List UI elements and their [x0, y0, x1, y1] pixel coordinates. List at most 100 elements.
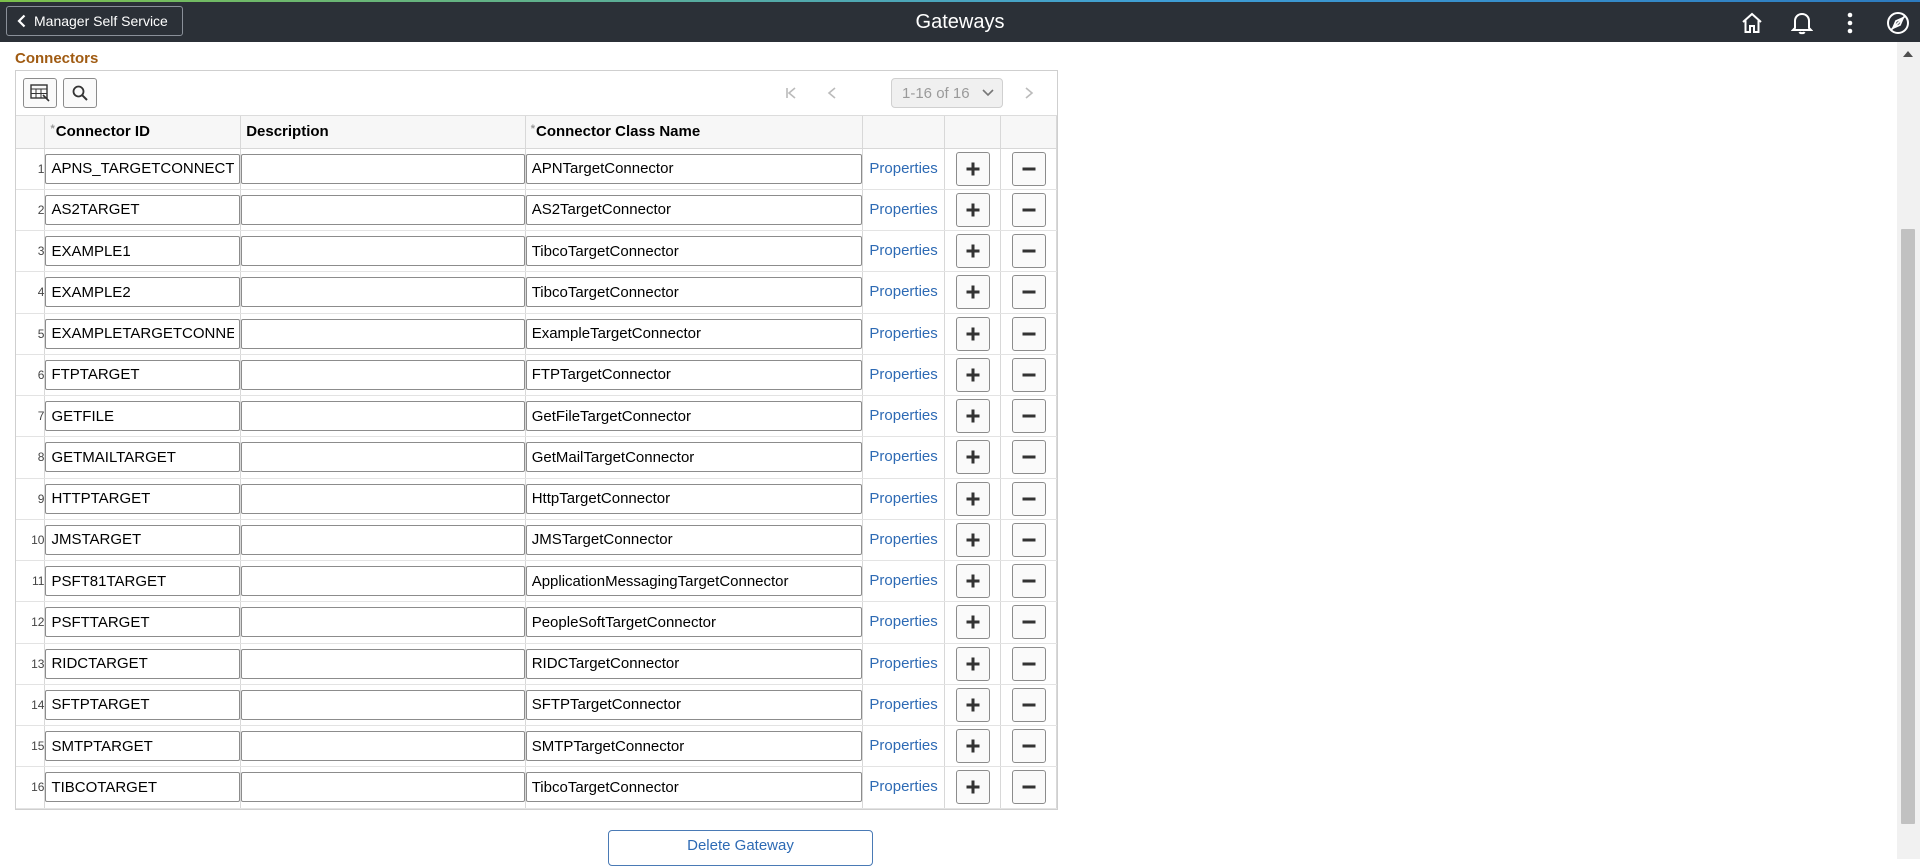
add-row-button[interactable]: [955, 399, 990, 434]
page-scrollbar[interactable]: [1897, 42, 1920, 859]
add-row-button[interactable]: [955, 522, 990, 557]
delete-row-button[interactable]: [1011, 481, 1046, 516]
description-input[interactable]: [241, 483, 525, 514]
delete-gateway-button[interactable]: Delete Gateway: [608, 830, 873, 866]
description-input[interactable]: [241, 524, 525, 555]
description-input[interactable]: [241, 731, 525, 762]
personalize-grid-button[interactable]: [23, 78, 57, 108]
description-input[interactable]: [241, 401, 525, 432]
connector-class-name-input[interactable]: [525, 524, 863, 555]
connector-class-name-input[interactable]: [525, 483, 863, 514]
delete-row-button[interactable]: [1011, 151, 1046, 186]
properties-link[interactable]: Properties: [869, 696, 937, 713]
find-in-grid-button[interactable]: [63, 78, 97, 108]
properties-link[interactable]: Properties: [869, 531, 937, 548]
delete-row-button[interactable]: [1011, 440, 1046, 475]
connector-id-input[interactable]: [45, 277, 241, 308]
add-row-button[interactable]: [955, 481, 990, 516]
page-range-dropdown[interactable]: 1-16 of 16: [891, 78, 1003, 108]
connector-class-name-input[interactable]: [525, 194, 863, 225]
scroll-up-arrow-icon[interactable]: [1903, 50, 1913, 58]
scrollbar-thumb[interactable]: [1901, 229, 1915, 824]
column-header-connector-class-name[interactable]: *Connector Class Name: [525, 116, 864, 149]
properties-link[interactable]: Properties: [869, 283, 937, 300]
properties-link[interactable]: Properties: [869, 613, 937, 630]
description-input[interactable]: [241, 277, 525, 308]
add-row-button[interactable]: [955, 646, 990, 681]
add-row-button[interactable]: [955, 687, 990, 722]
add-row-button[interactable]: [955, 770, 990, 805]
connector-id-input[interactable]: [45, 566, 241, 597]
column-header-connector-id[interactable]: *Connector ID: [44, 116, 242, 149]
add-row-button[interactable]: [955, 440, 990, 475]
description-input[interactable]: [241, 442, 525, 473]
connector-id-input[interactable]: [45, 648, 241, 679]
delete-row-button[interactable]: [1011, 316, 1046, 351]
connector-id-input[interactable]: [45, 236, 241, 267]
more-options-icon[interactable]: [1837, 10, 1863, 36]
connector-class-name-input[interactable]: [525, 236, 863, 267]
connector-id-input[interactable]: [45, 483, 241, 514]
connector-id-input[interactable]: [45, 153, 241, 184]
delete-row-button[interactable]: [1011, 399, 1046, 434]
connector-class-name-input[interactable]: [525, 442, 863, 473]
description-input[interactable]: [241, 607, 525, 638]
connector-id-input[interactable]: [45, 689, 241, 720]
description-input[interactable]: [241, 566, 525, 597]
delete-row-button[interactable]: [1011, 770, 1046, 805]
connector-id-input[interactable]: [45, 772, 241, 803]
description-input[interactable]: [241, 236, 525, 267]
connector-class-name-input[interactable]: [525, 689, 863, 720]
properties-link[interactable]: Properties: [869, 325, 937, 342]
column-header-description[interactable]: Description: [240, 116, 526, 149]
connector-id-input[interactable]: [45, 607, 241, 638]
last-page-icon[interactable]: [1029, 83, 1049, 103]
description-input[interactable]: [241, 772, 525, 803]
delete-row-button[interactable]: [1011, 564, 1046, 599]
connector-id-input[interactable]: [45, 359, 241, 390]
connector-id-input[interactable]: [45, 524, 241, 555]
add-row-button[interactable]: [955, 192, 990, 227]
connector-class-name-input[interactable]: [525, 318, 863, 349]
description-input[interactable]: [241, 194, 525, 225]
delete-row-button[interactable]: [1011, 275, 1046, 310]
properties-link[interactable]: Properties: [869, 242, 937, 259]
description-input[interactable]: [241, 689, 525, 720]
properties-link[interactable]: Properties: [869, 366, 937, 383]
delete-row-button[interactable]: [1011, 357, 1046, 392]
properties-link[interactable]: Properties: [869, 490, 937, 507]
properties-link[interactable]: Properties: [869, 778, 937, 795]
add-row-button[interactable]: [955, 275, 990, 310]
connector-id-input[interactable]: [45, 401, 241, 432]
delete-row-button[interactable]: [1011, 192, 1046, 227]
add-row-button[interactable]: [955, 316, 990, 351]
connector-class-name-input[interactable]: [525, 277, 863, 308]
connector-class-name-input[interactable]: [525, 648, 863, 679]
properties-link[interactable]: Properties: [869, 448, 937, 465]
delete-row-button[interactable]: [1011, 605, 1046, 640]
description-input[interactable]: [241, 318, 525, 349]
delete-row-button[interactable]: [1011, 729, 1046, 764]
connector-class-name-input[interactable]: [525, 401, 863, 432]
delete-row-button[interactable]: [1011, 646, 1046, 681]
previous-page-icon[interactable]: [822, 83, 842, 103]
first-page-icon[interactable]: [781, 83, 801, 103]
connector-class-name-input[interactable]: [525, 566, 863, 597]
connector-class-name-input[interactable]: [525, 153, 863, 184]
properties-link[interactable]: Properties: [869, 160, 937, 177]
connector-class-name-input[interactable]: [525, 772, 863, 803]
navbar-compass-icon[interactable]: [1885, 10, 1911, 36]
properties-link[interactable]: Properties: [869, 655, 937, 672]
connector-class-name-input[interactable]: [525, 607, 863, 638]
connector-id-input[interactable]: [45, 731, 241, 762]
add-row-button[interactable]: [955, 605, 990, 640]
add-row-button[interactable]: [955, 234, 990, 269]
add-row-button[interactable]: [955, 151, 990, 186]
properties-link[interactable]: Properties: [869, 407, 937, 424]
description-input[interactable]: [241, 648, 525, 679]
delete-row-button[interactable]: [1011, 687, 1046, 722]
home-icon[interactable]: [1739, 10, 1765, 36]
connector-id-input[interactable]: [45, 194, 241, 225]
properties-link[interactable]: Properties: [869, 572, 937, 589]
add-row-button[interactable]: [955, 729, 990, 764]
